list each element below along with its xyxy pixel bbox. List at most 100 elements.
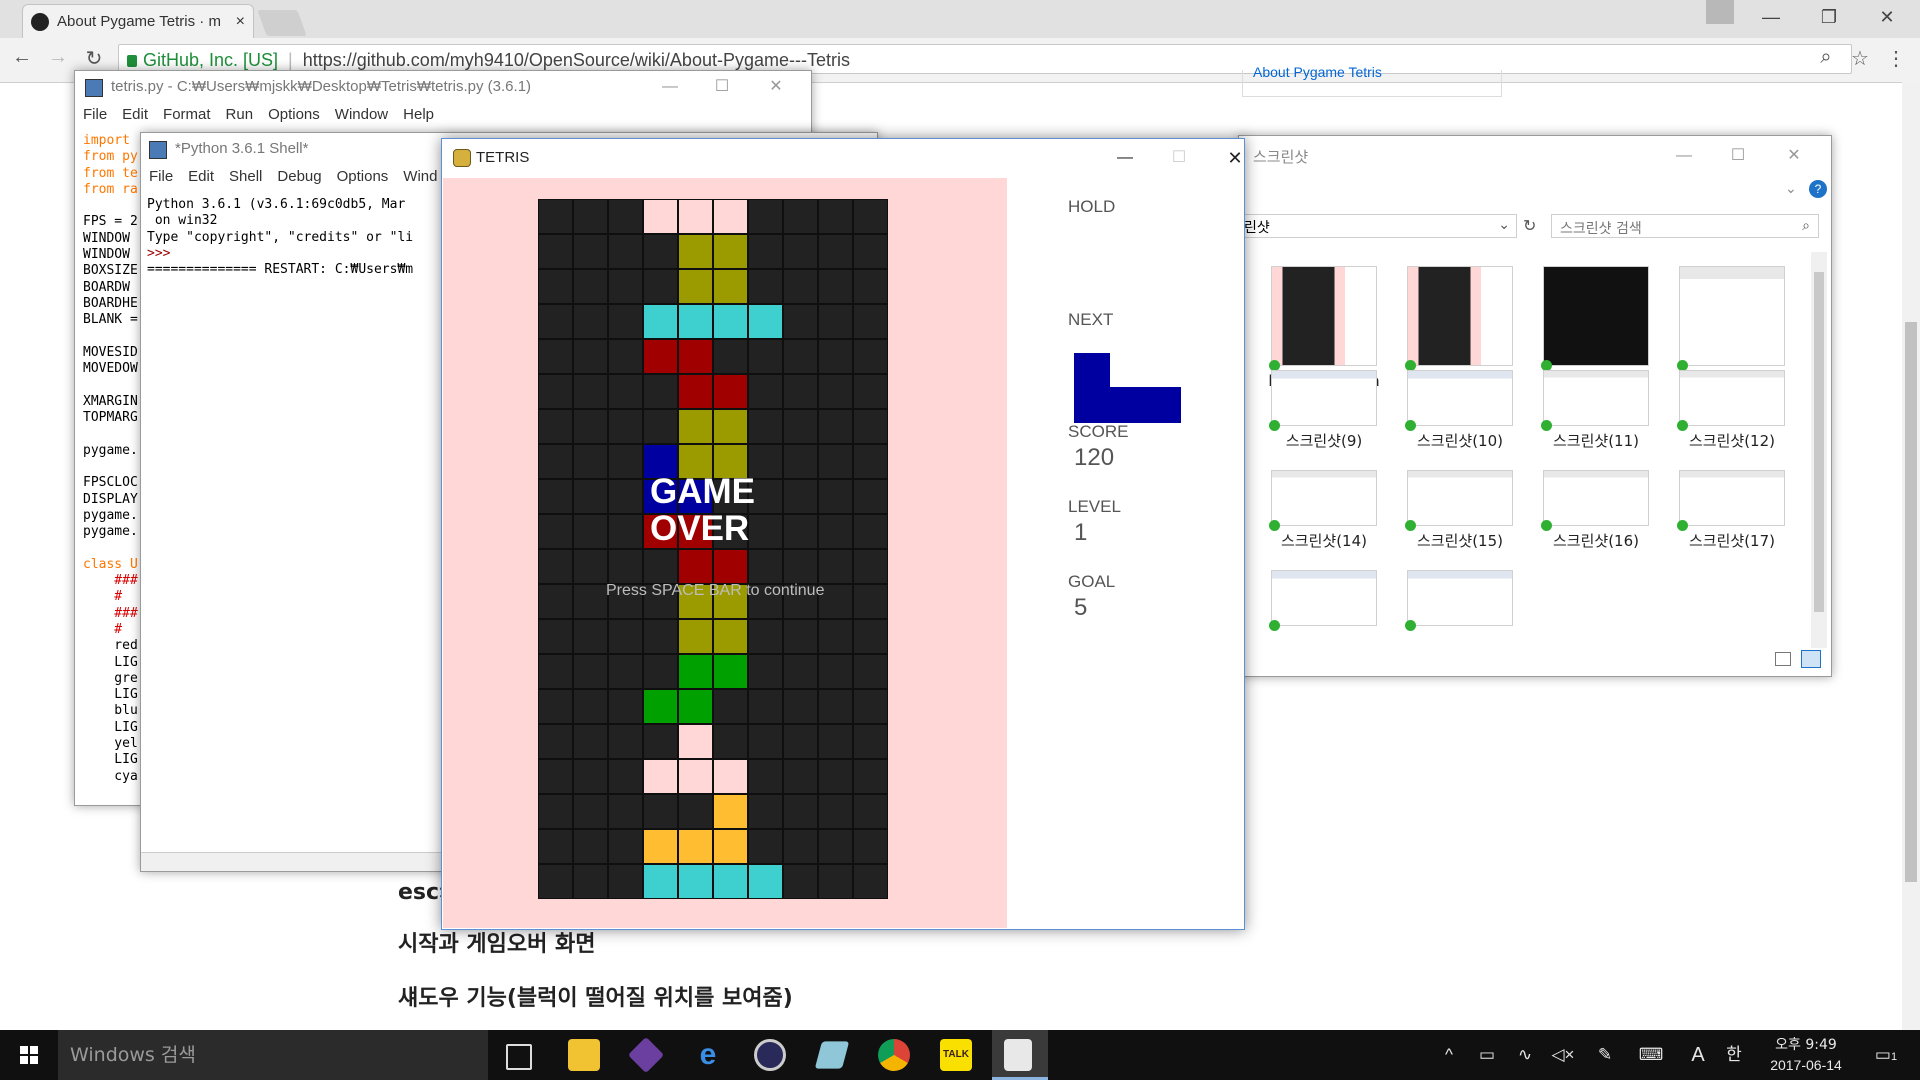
editor-maximize-button[interactable]: ☐ (697, 71, 747, 103)
board-cell-empty (714, 340, 747, 373)
browser-tab[interactable]: About Pygame Tetris · m × (22, 4, 254, 38)
board-cell-empty (819, 445, 852, 478)
tetris-play-area[interactable] (443, 178, 1007, 928)
battery-icon[interactable]: ▭ (1472, 1030, 1502, 1080)
touch-keyboard-icon[interactable]: ⌨ (1634, 1030, 1668, 1080)
tetris-maximize-button[interactable]: ☐ (1154, 142, 1204, 174)
explorer-file-item[interactable] (1269, 570, 1377, 648)
explorer-file-item[interactable]: start (1541, 266, 1649, 390)
shell-menu-debug[interactable]: Debug (277, 165, 321, 189)
volume-muted-icon[interactable]: ◁× (1548, 1030, 1578, 1080)
shell-menu-edit[interactable]: Edit (188, 165, 214, 189)
explorer-file-item[interactable]: 스크린샷(16) (1541, 470, 1649, 574)
editor-code[interactable]: import from py from te from ra FPS = 2 W… (83, 133, 138, 785)
details-view-icon[interactable] (1775, 652, 1791, 666)
tab-close-button[interactable]: × (236, 13, 245, 31)
ime-language-indicator[interactable]: 한 (1720, 1030, 1748, 1080)
browser-minimize-button[interactable]: — (1744, 0, 1798, 34)
input-mode-indicator[interactable]: A (1684, 1030, 1712, 1080)
shell-line: ============== RESTART: C:₩Users₩m (147, 262, 414, 278)
explorer-file-item[interactable]: 스크린샷(10) (1405, 370, 1513, 474)
expand-ribbon-icon[interactable]: ⌄ (1785, 180, 1797, 197)
zoom-icon[interactable]: ⌕ (1812, 46, 1840, 69)
python-idle-taskbar-button[interactable] (992, 1030, 1048, 1080)
file-explorer-taskbar-icon[interactable] (568, 1039, 600, 1071)
explorer-file-item[interactable]: beforeDeletion (1269, 266, 1380, 390)
board-cell-empty (609, 305, 642, 338)
new-tab-button[interactable] (257, 10, 307, 36)
editor-menu-window[interactable]: Window (335, 103, 388, 127)
task-view-icon[interactable] (506, 1044, 532, 1070)
action-center-icon[interactable]: ▭1 (1866, 1030, 1906, 1080)
editor-menu-run[interactable]: Run (226, 103, 254, 127)
shell-output[interactable]: Python 3.6.1 (v3.6.1:69c0db5, Mar on win… (147, 197, 413, 278)
eclipse-icon[interactable] (754, 1039, 786, 1071)
explorer-file-item[interactable]: 스크린샷(14) (1269, 470, 1377, 574)
board-cell-empty (539, 865, 572, 898)
board-cell-empty (784, 340, 817, 373)
chrome-taskbar-icon[interactable] (878, 1039, 910, 1071)
editor-close-button[interactable]: ✕ (751, 71, 801, 103)
explorer-address-bar[interactable]: 린샷 ⌄ (1239, 214, 1517, 238)
board-cell-filled (679, 690, 712, 723)
code-line: red (83, 638, 138, 654)
forward-button[interactable]: → (44, 46, 72, 69)
browser-maximize-button[interactable]: ❐ (1802, 0, 1856, 34)
wiki-sidebar-link[interactable]: About Pygame Tetris (1253, 64, 1382, 80)
page-scrollbar[interactable] (1902, 82, 1920, 1030)
explorer-close-button[interactable]: ✕ (1769, 140, 1819, 172)
large-icons-view-icon[interactable] (1801, 650, 1821, 668)
explorer-scrollbar[interactable] (1811, 252, 1827, 648)
git-taskbar-icon[interactable] (627, 1036, 665, 1074)
editor-menu-help[interactable]: Help (403, 103, 434, 127)
explorer-file-item[interactable]: 스크린샷(15) (1405, 470, 1513, 574)
reload-button[interactable]: ↻ (80, 46, 108, 71)
tetris-minimize-button[interactable]: — (1100, 142, 1150, 174)
editor-menu-format[interactable]: Format (163, 103, 211, 127)
browser-close-button[interactable]: ✕ (1860, 0, 1914, 34)
shell-line: Python 3.6.1 (v3.6.1:69c0db5, Mar (147, 197, 406, 212)
bookmark-star-icon[interactable]: ☆ (1846, 46, 1874, 71)
explorer-file-item[interactable] (1405, 570, 1513, 648)
continue-prompt: Press SPACE BAR to continue (606, 582, 825, 599)
explorer-file-item[interactable]: 스크린샷(6) (1677, 266, 1785, 392)
file-thumbnail (1543, 470, 1649, 526)
internet-explorer-icon[interactable]: e (692, 1039, 724, 1071)
explorer-scrollbar-thumb[interactable] (1814, 272, 1824, 612)
notepad-icon[interactable] (814, 1041, 850, 1069)
explorer-search-input[interactable]: 스크린샷 검색 ⌕ (1551, 214, 1819, 238)
tetris-close-button[interactable]: ✕ (1210, 142, 1244, 174)
windows-start-icon[interactable] (0, 1030, 58, 1080)
shell-menu-options[interactable]: Options (337, 165, 389, 189)
show-hidden-icons-chevron[interactable]: ^ (1434, 1030, 1464, 1080)
explorer-maximize-button[interactable]: ☐ (1713, 140, 1763, 172)
editor-minimize-button[interactable]: — (645, 71, 695, 103)
chrome-menu-icon[interactable]: ⋮ (1882, 46, 1910, 71)
shell-menu-window[interactable]: Wind (403, 165, 437, 189)
editor-menu-edit[interactable]: Edit (122, 103, 148, 127)
taskbar-clock[interactable]: 오후 9:49 2017-06-14 (1758, 1030, 1854, 1080)
pen-ink-icon[interactable]: ✎ (1590, 1030, 1620, 1080)
board-cell-empty (854, 410, 887, 443)
taskbar-search-box[interactable]: Windows 검색 (58, 1030, 488, 1080)
shell-menu-shell[interactable]: Shell (229, 165, 262, 189)
profile-icon[interactable] (1706, 0, 1734, 24)
network-icon[interactable]: ∿ (1510, 1030, 1540, 1080)
back-button[interactable]: ← (8, 46, 36, 69)
explorer-minimize-button[interactable]: — (1659, 140, 1709, 172)
chevron-down-icon[interactable]: ⌄ (1498, 216, 1510, 233)
kakaotalk-icon[interactable]: TALK (940, 1039, 972, 1071)
page-scrollbar-thumb[interactable] (1905, 322, 1917, 882)
explorer-file-item[interactable]: 스크린샷(9) (1269, 370, 1377, 474)
editor-menu-file[interactable]: File (83, 103, 107, 127)
explorer-file-item[interactable]: 스크린샷(11) (1541, 370, 1649, 474)
explorer-file-item[interactable]: 스크린샷(17) (1677, 470, 1785, 574)
explorer-file-item[interactable]: runningTetris (1405, 266, 1513, 390)
sync-check-icon (1269, 620, 1280, 631)
editor-menu-options[interactable]: Options (268, 103, 320, 127)
shell-menu-file[interactable]: File (149, 165, 173, 189)
help-icon[interactable]: ? (1809, 180, 1827, 198)
refresh-icon[interactable]: ↻ (1523, 216, 1536, 236)
board-cell-filled (644, 340, 677, 373)
explorer-file-item[interactable]: 스크린샷(12) (1677, 370, 1785, 474)
